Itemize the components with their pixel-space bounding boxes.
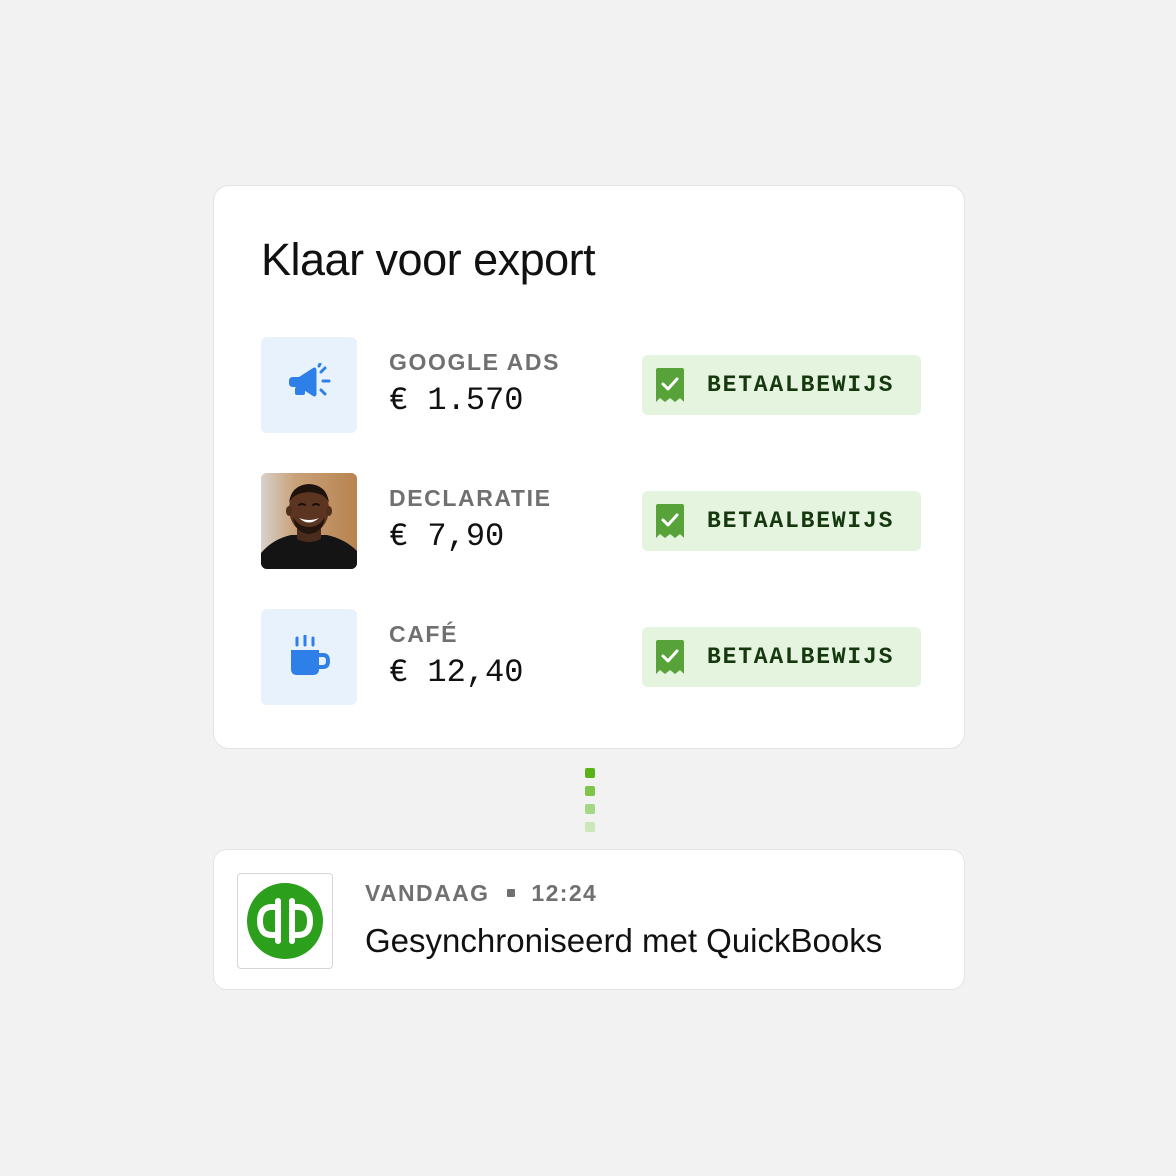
item-text: CAFÉ € 12,40 (389, 619, 523, 693)
connector-dot (585, 804, 595, 814)
avatar (261, 473, 357, 569)
connector-dot (585, 768, 595, 778)
connector-dot (585, 786, 595, 796)
export-title: Klaar voor export (261, 234, 596, 285)
receipt-badge[interactable]: BETAALBEWIJS (642, 491, 921, 551)
item-label: CAFÉ (389, 621, 459, 647)
badge-label: BETAALBEWIJS (707, 372, 895, 398)
item-label: GOOGLE ADS (389, 349, 561, 375)
coffee-cup-icon-tile (261, 609, 357, 705)
sync-card[interactable]: VANDAAG 12:24 Gesynchroniseerd met Quick… (213, 849, 965, 990)
receipt-check-icon (656, 368, 684, 402)
person-photo (261, 473, 357, 569)
megaphone-icon-tile (261, 337, 357, 433)
quickbooks-logo-icon (247, 883, 323, 959)
item-amount: € 1.570 (389, 382, 524, 419)
item-amount: € 7,90 (389, 518, 505, 555)
export-item-google-ads[interactable]: GOOGLE ADS € 1.570 BETAALBEWIJS (261, 337, 921, 433)
sync-day: VANDAAG (365, 880, 490, 906)
sync-meta: VANDAAG 12:24 (365, 878, 597, 908)
item-text: DECLARATIE € 7,90 (389, 483, 552, 557)
connector-dot (585, 822, 595, 832)
separator-dot (507, 889, 516, 897)
receipt-check-icon (656, 640, 684, 674)
badge-label: BETAALBEWIJS (707, 644, 895, 670)
export-item-declaratie[interactable]: DECLARATIE € 7,90 BETAALBEWIJS (261, 473, 921, 569)
receipt-check-icon (656, 504, 684, 538)
sync-connector (585, 768, 595, 840)
coffee-cup-icon (291, 635, 331, 675)
badge-label: BETAALBEWIJS (707, 508, 895, 534)
item-amount: € 12,40 (389, 654, 524, 691)
quickbooks-logo-frame (237, 873, 333, 969)
export-card: Klaar voor export GOOGLE ADS € 1.570 BET… (213, 185, 965, 749)
megaphone-icon (289, 363, 331, 397)
receipt-badge[interactable]: BETAALBEWIJS (642, 627, 921, 687)
sync-time: 12:24 (531, 880, 598, 906)
item-text: GOOGLE ADS € 1.570 (389, 347, 560, 421)
sync-message: Gesynchroniseerd met QuickBooks (365, 922, 883, 959)
receipt-badge[interactable]: BETAALBEWIJS (642, 355, 921, 415)
export-item-cafe[interactable]: CAFÉ € 12,40 BETAALBEWIJS (261, 609, 921, 705)
item-label: DECLARATIE (389, 485, 552, 511)
